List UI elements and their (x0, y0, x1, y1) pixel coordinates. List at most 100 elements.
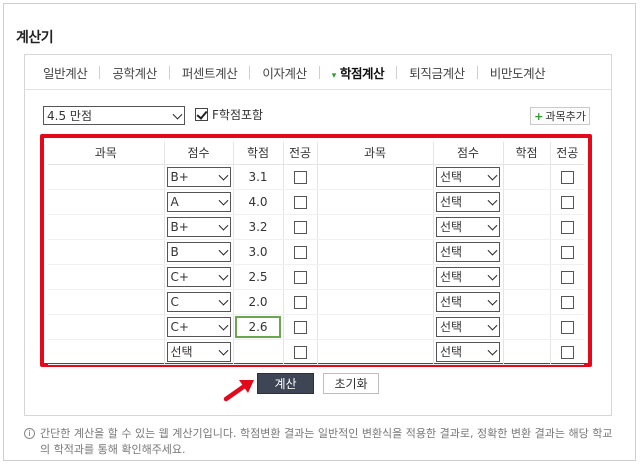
major-checkbox[interactable] (293, 345, 307, 359)
subject-cell[interactable] (48, 239, 164, 265)
major-cell (549, 314, 584, 340)
credit-input-active[interactable]: 2.6 (235, 315, 281, 338)
table-row: B+ 3.2 선택 (48, 214, 584, 240)
grade-select[interactable]: 선택 (436, 266, 500, 287)
grade-select[interactable]: 선택 (436, 191, 500, 212)
grade-select[interactable]: B+ (166, 166, 231, 187)
credit-cell[interactable] (502, 314, 550, 340)
table-row: B 3.0 선택 (48, 239, 584, 265)
subject-cell[interactable] (48, 339, 164, 365)
grade-select[interactable]: 선택 (166, 341, 231, 362)
tab-3[interactable]: 이자계산 (249, 63, 318, 82)
major-checkbox[interactable] (560, 220, 574, 234)
column-header: 점수 (432, 142, 503, 165)
tab-label: 퍼센트계산 (181, 65, 238, 81)
credit-cell[interactable]: 4.0 (232, 189, 283, 215)
f-grade-include-checkbox[interactable] (195, 108, 208, 121)
info-note: i 간단한 계산을 할 수 있는 웹 계산기입니다. 학점변환 결과는 일반적인… (24, 426, 614, 458)
major-checkbox[interactable] (560, 320, 574, 334)
tab-0[interactable]: 일반계산 (31, 63, 99, 82)
credit-cell[interactable]: 3.2 (232, 214, 283, 240)
calculator-tabs: 일반계산 공학계산 퍼센트계산 이자계산 ▾ 학점계산 퇴직금계산 비만도계산 (25, 55, 611, 90)
credit-value: 3.0 (248, 244, 268, 259)
major-checkbox[interactable] (293, 320, 307, 334)
grade-select[interactable]: 선택 (436, 316, 500, 337)
credit-cell[interactable]: 2.5 (232, 264, 283, 290)
credit-cell[interactable] (232, 339, 283, 365)
grade-select[interactable]: C+ (166, 316, 231, 337)
grade-cell: C+ (163, 264, 233, 290)
subject-cell[interactable] (48, 289, 164, 315)
reset-button[interactable]: 초기화 (323, 373, 379, 394)
chevron-down-icon (487, 220, 498, 231)
subject-cell[interactable] (316, 264, 433, 290)
grade-select[interactable]: 선택 (436, 216, 500, 237)
major-checkbox[interactable] (560, 270, 574, 284)
subject-cell[interactable] (48, 189, 164, 215)
major-checkbox[interactable] (560, 295, 574, 309)
tab-4[interactable]: ▾ 학점계산 (318, 63, 397, 82)
subject-cell[interactable] (48, 264, 164, 290)
grade-scale-select[interactable]: 4.5 만점 (43, 106, 185, 125)
grade-table: 과목 점수 학점 전공 과목 점수 학점 전공 B+ 3.1 선택 A 4.0 선택 B+ 3.2 선택 B 3.… (48, 142, 584, 365)
subject-cell[interactable] (316, 189, 433, 215)
credit-cell[interactable]: 3.1 (232, 164, 283, 190)
grade-select[interactable]: B+ (166, 216, 231, 237)
grade-select[interactable]: 선택 (436, 341, 500, 362)
grade-select-value: 선택 (440, 345, 463, 359)
major-checkbox[interactable] (560, 345, 574, 359)
grade-select[interactable]: C+ (166, 266, 231, 287)
major-checkbox[interactable] (560, 195, 574, 209)
credit-cell[interactable]: 3.0 (232, 239, 283, 265)
calculate-button[interactable]: 계산 (257, 373, 314, 394)
grade-select[interactable]: C (166, 291, 231, 312)
subject-cell[interactable] (48, 214, 164, 240)
subject-cell[interactable] (316, 289, 433, 315)
subject-cell[interactable] (316, 214, 433, 240)
tab-2[interactable]: 퍼센트계산 (168, 63, 250, 82)
column-header: 점수 (163, 142, 233, 165)
credit-cell[interactable] (502, 189, 550, 215)
grade-cell: B+ (163, 214, 233, 240)
credit-cell[interactable] (502, 164, 550, 190)
chevron-down-icon (487, 195, 498, 206)
subject-cell[interactable] (316, 314, 433, 340)
major-checkbox[interactable] (560, 245, 574, 259)
grade-select-value: 선택 (440, 245, 463, 259)
subject-cell[interactable] (316, 339, 433, 365)
tab-6[interactable]: 비만도계산 (476, 63, 558, 82)
major-checkbox[interactable] (560, 170, 574, 184)
subject-cell[interactable] (48, 164, 164, 190)
subject-cell[interactable] (316, 164, 433, 190)
credit-cell[interactable] (502, 289, 550, 315)
tab-5[interactable]: 퇴직금계산 (396, 63, 477, 82)
major-cell (282, 289, 317, 315)
credit-cell[interactable]: 2.6 (232, 314, 283, 340)
major-checkbox[interactable] (293, 195, 307, 209)
credit-cell[interactable] (502, 214, 550, 240)
subject-cell[interactable] (48, 314, 164, 340)
grade-select[interactable]: A (166, 191, 231, 212)
major-checkbox[interactable] (293, 295, 307, 309)
tab-1[interactable]: 공학계산 (99, 63, 168, 82)
table-row: C 2.0 선택 (48, 289, 584, 315)
chevron-down-icon (218, 220, 228, 231)
major-checkbox[interactable] (293, 270, 307, 284)
add-course-button[interactable]: + 과목추가 (530, 107, 590, 125)
credit-cell[interactable] (502, 339, 550, 365)
credit-cell[interactable] (502, 264, 550, 290)
grade-select[interactable]: 선택 (436, 166, 500, 187)
grade-select-value: C+ (170, 319, 189, 334)
major-checkbox[interactable] (293, 170, 307, 184)
major-checkbox[interactable] (293, 245, 307, 259)
grade-select[interactable]: 선택 (436, 241, 500, 262)
grade-select[interactable]: B (166, 241, 231, 262)
major-checkbox[interactable] (293, 220, 307, 234)
chevron-down-icon (487, 295, 498, 306)
grade-select[interactable]: 선택 (436, 291, 500, 312)
subject-cell[interactable] (316, 239, 433, 265)
grade-cell: 선택 (163, 339, 233, 365)
credit-cell[interactable]: 2.0 (232, 289, 283, 315)
credit-cell[interactable] (502, 239, 550, 265)
active-tab-text: 학점계산 (339, 65, 385, 81)
